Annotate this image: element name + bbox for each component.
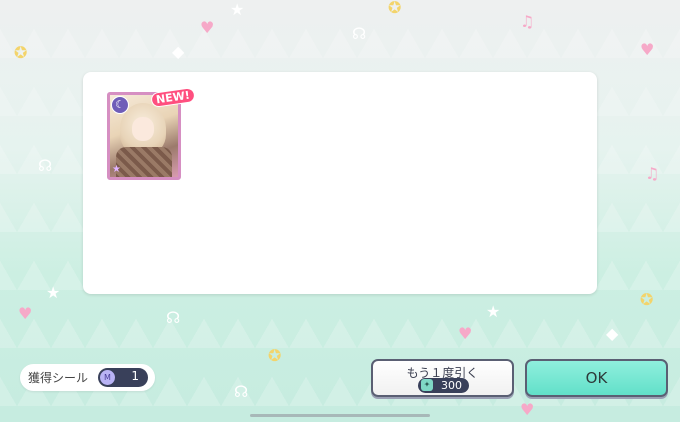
new-badge: NEW! [150,87,196,108]
result-panel: ☾ ★ NEW! [83,72,597,294]
heart-icon: ♥ [520,400,535,419]
diamond-icon: ◆ [606,324,619,343]
ok-label: OK [585,369,608,387]
cost-value: 300 [441,379,462,392]
seal-label: 獲得シール [28,371,89,385]
star-badge-icon: ✪ [268,346,282,365]
headphones-icon: ☊ [234,382,249,401]
star-icon: ★ [230,0,245,19]
seal-count: 1 [131,369,139,383]
gacha-result-screen: ★ ♥ ☊ ◆ ✪ ♫ ✪ ♥ ☊ ♫ ★ ♥ ☊ ✪ ✪ ★ ♥ ◆ ☊ ♥ … [0,0,680,422]
star-badge-icon: ✪ [388,0,402,17]
heart-icon: ♥ [458,324,473,343]
rarity-star-icon: ★ [112,164,121,175]
heart-icon: ♥ [18,304,33,323]
star-gem-icon: ✦ [421,379,433,391]
star-icon: ★ [46,283,61,302]
moon-icon: ☾ [111,96,129,114]
card-art-face [132,117,154,141]
headphones-icon: ☊ [352,24,367,43]
card-art-body [116,147,172,177]
seal-count-pill: M 1 [98,368,148,387]
obtained-seal: 獲得シール M 1 [20,364,155,391]
headphones-icon: ☊ [38,156,53,175]
music-note-icon: ♫ [520,12,535,31]
cost-pill: ✦ 300 [418,378,469,393]
heart-icon: ♥ [200,18,215,37]
diamond-icon: ◆ [172,42,185,61]
headphones-icon: ☊ [166,308,181,327]
home-indicator[interactable] [250,414,430,417]
ok-button[interactable]: OK [525,359,668,397]
music-note-icon: ♫ [645,164,660,183]
heart-icon: ♥ [640,40,655,59]
star-badge-icon: ✪ [640,290,654,309]
star-icon: ★ [486,302,501,321]
draw-again-button[interactable]: もう１度引く ✦ 300 [371,359,514,397]
star-badge-icon: ✪ [14,43,28,62]
seal-icon: M [100,370,115,385]
